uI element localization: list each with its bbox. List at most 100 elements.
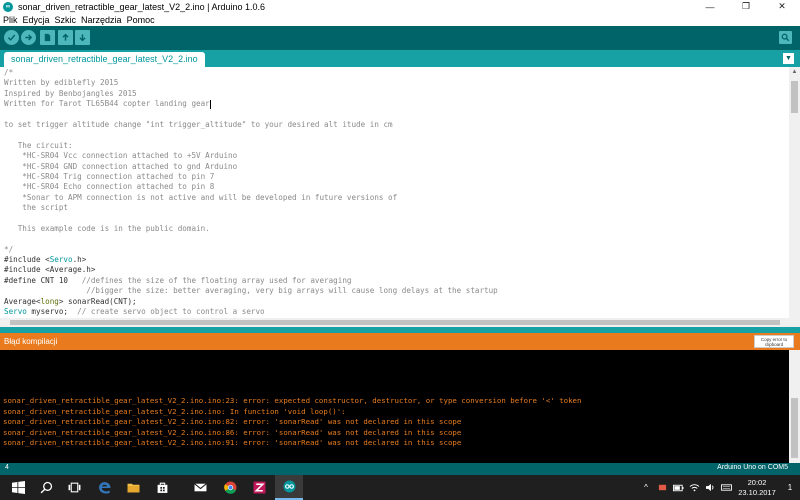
- code-token: the script: [4, 203, 69, 213]
- console-scrollbar[interactable]: [789, 350, 800, 463]
- code-text[interactable]: /* Written by ediblefly 2015 Inspired by B…: [4, 68, 784, 318]
- code-token: #include <Average.h>: [4, 265, 96, 275]
- chevron-down-icon: ▼: [785, 55, 792, 62]
- search-icon: [40, 481, 52, 494]
- code-token: This example code is in the public domai…: [4, 223, 210, 233]
- tray-expand-icon[interactable]: ^: [638, 475, 654, 500]
- console-line: sonar_driven_retractible_gear_latest_V2_…: [3, 417, 462, 427]
- save-sketch-button[interactable]: [75, 30, 90, 45]
- upload-button[interactable]: [21, 30, 36, 45]
- code-editor[interactable]: /* Written by ediblefly 2015 Inspired by B…: [0, 67, 800, 318]
- code-token: *HC-SR04 Echo connection attached to pin…: [4, 182, 215, 192]
- clock-date: 23.10.2017: [738, 487, 776, 497]
- start-button[interactable]: [4, 475, 32, 500]
- code-line: The circuit:: [4, 141, 784, 151]
- code-line: Written for Tarot TL65B44 copter landing…: [4, 99, 784, 109]
- restore-button[interactable]: ❐: [728, 0, 764, 13]
- taskbar-z-app[interactable]: [245, 475, 273, 500]
- code-token: //defines the size of the floating array…: [81, 275, 352, 285]
- editor-horizontal-scrollbar[interactable]: [0, 318, 800, 327]
- editor-scroll-thumb[interactable]: [791, 81, 798, 113]
- code-token: #include <: [4, 255, 50, 265]
- checkmark-icon: [7, 34, 16, 41]
- code-token: */: [4, 244, 14, 254]
- editor-hscroll-thumb[interactable]: [10, 320, 780, 325]
- console-line: sonar_driven_retractible_gear_latest_V2_…: [3, 438, 462, 448]
- volume-icon[interactable]: [702, 475, 718, 500]
- code-line: *HC-SR04 Echo connection attached to pin…: [4, 182, 784, 192]
- code-line: #define CNT 10 //defines the size of the…: [4, 276, 784, 286]
- speaker-icon: [705, 483, 713, 492]
- notifications-button[interactable]: 1: [780, 475, 800, 500]
- taskbar-chrome[interactable]: [216, 475, 244, 500]
- verify-button[interactable]: [4, 30, 19, 45]
- console-line: sonar_driven_retractible_gear_latest_V2_…: [3, 396, 582, 405]
- code-token: myservo;: [26, 306, 78, 316]
- tray-app-icon[interactable]: [654, 475, 670, 500]
- console-line: sonar_driven_retractible_gear_latest_V2_…: [3, 406, 346, 416]
- new-file-icon: [44, 33, 51, 42]
- serial-monitor-button[interactable]: [779, 31, 792, 44]
- copy-error-button[interactable]: Copy error to clipboard: [754, 335, 794, 348]
- menu-edit[interactable]: Edycja: [23, 15, 50, 25]
- windows-logo-icon: [11, 481, 25, 494]
- battery-icon[interactable]: [670, 475, 686, 500]
- code-token: *Sonar to APM connection is not active a…: [4, 192, 398, 202]
- status-bar: 4 Arduino Uno on COM5: [0, 463, 800, 475]
- open-sketch-button[interactable]: [58, 30, 73, 45]
- magnifier-icon: [781, 33, 790, 42]
- taskbar-store[interactable]: [148, 475, 176, 500]
- taskbar-mail[interactable]: [186, 475, 214, 500]
- console-scroll-thumb[interactable]: [791, 398, 798, 458]
- new-sketch-button[interactable]: [40, 30, 55, 45]
- console-lines: sonar_driven_retractible_gear_latest_V2_…: [3, 396, 581, 449]
- taskbar-edge[interactable]: [90, 475, 118, 500]
- code-line: *Sonar to APM connection is not active a…: [4, 193, 784, 203]
- minimize-button[interactable]: —: [692, 0, 728, 13]
- z-app-icon: [253, 481, 265, 494]
- tab-menu-button[interactable]: ▼: [783, 53, 794, 64]
- code-line: Servo myservo; // create servo object to…: [4, 307, 784, 317]
- arrow-up-icon: [62, 33, 69, 41]
- tab-sketch[interactable]: sonar_driven_retractible_gear_latest_V2_…: [4, 52, 205, 67]
- code-line: /*: [4, 68, 784, 78]
- menu-file[interactable]: Plik: [3, 15, 18, 25]
- notification-count: 1: [787, 483, 793, 492]
- taskbar: ^ 20:02 23.10.2017 1: [0, 475, 800, 500]
- message-bar: Błąd kompilacji Copy error to clipboard: [0, 333, 800, 350]
- arduino-logo-icon: ∞: [3, 1, 13, 12]
- code-token: Average<: [4, 296, 41, 306]
- input-keyboard-icon: [720, 484, 732, 491]
- chrome-icon: [223, 481, 236, 494]
- line-number: 4: [5, 464, 9, 471]
- search-button[interactable]: [32, 475, 60, 500]
- task-view-button[interactable]: [60, 475, 88, 500]
- menu-tools[interactable]: Narzędzia: [81, 15, 122, 25]
- close-button[interactable]: ✕: [764, 0, 800, 13]
- folder-icon: [127, 483, 139, 493]
- code-token: .h>: [72, 255, 87, 265]
- tab-strip: sonar_driven_retractible_gear_latest_V2_…: [0, 50, 800, 67]
- system-tray: ^ 20:02 23.10.2017 1: [638, 475, 800, 500]
- taskbar-arduino[interactable]: [275, 475, 303, 500]
- code-token: //bigger the size: better averaging, ver…: [4, 286, 498, 296]
- clock[interactable]: 20:02 23.10.2017: [734, 478, 780, 498]
- code-token: > sonarRead(CNT);: [58, 296, 137, 306]
- code-token: *HC-SR04 Trig connection attached to pin…: [4, 171, 215, 181]
- menu-help[interactable]: Pomoc: [127, 15, 155, 25]
- code-line: *HC-SR04 Vcc connection attached to +5V …: [4, 151, 784, 161]
- code-token: #define CNT 10: [4, 275, 82, 285]
- menu-sketch[interactable]: Szkic: [55, 15, 77, 25]
- taskbar-explorer[interactable]: [119, 475, 147, 500]
- code-token: Written by ediblefly 2015: [4, 78, 119, 88]
- keyboard-icon[interactable]: [718, 475, 734, 500]
- code-line: //bigger the size: better averaging, ver…: [4, 286, 784, 296]
- scroll-up-icon[interactable]: ▲: [789, 67, 800, 77]
- code-line: */: [4, 245, 784, 255]
- code-line: Inspired by Benbojangles 2015: [4, 89, 784, 99]
- network-icon[interactable]: [686, 475, 702, 500]
- store-bag-icon: [157, 482, 167, 493]
- editor-vertical-scrollbar[interactable]: ▲: [789, 67, 800, 318]
